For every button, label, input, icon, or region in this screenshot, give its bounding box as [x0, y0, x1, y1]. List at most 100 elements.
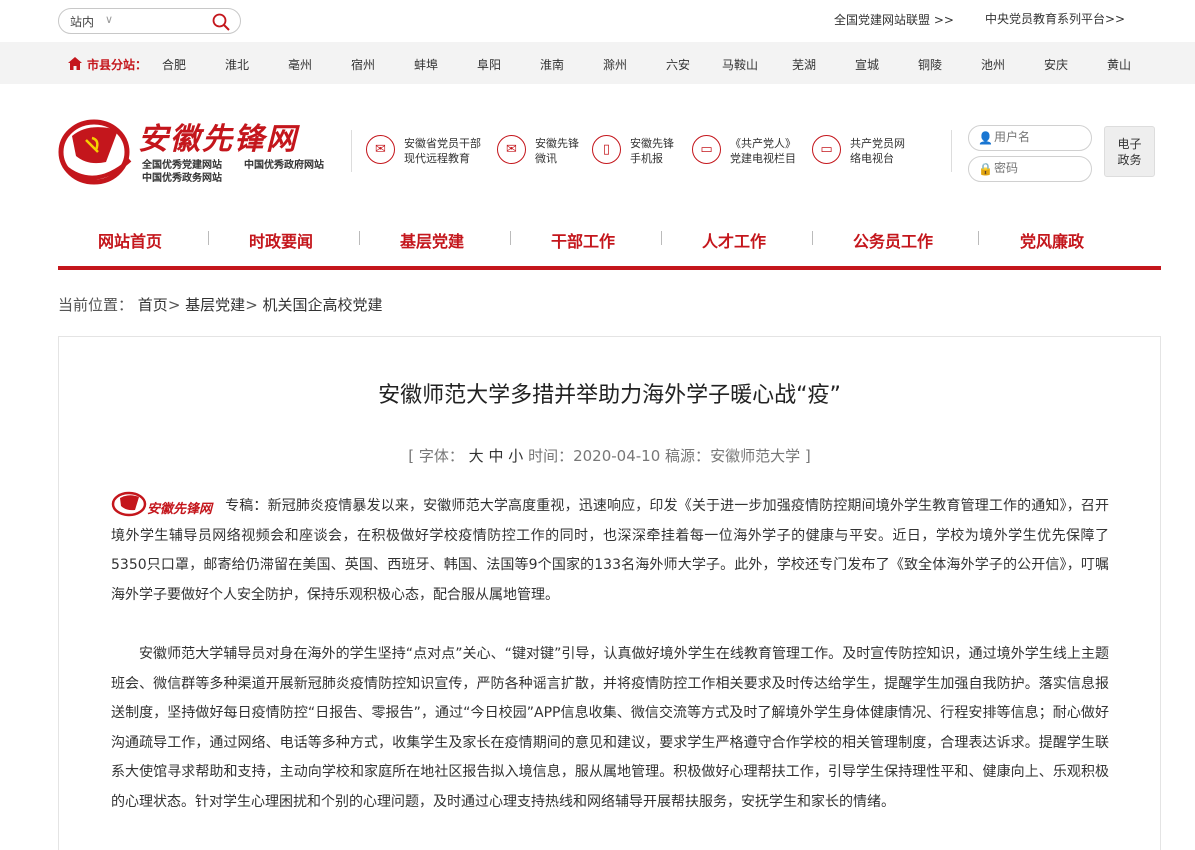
party-emblem-icon: [58, 119, 132, 185]
article-paragraph: 安徽师范大学辅导员对身在海外的学生坚持“点对点”关心、“键对键”引导，认真做好境…: [111, 646, 1109, 810]
city-link-bengbu[interactable]: 蚌埠: [414, 56, 438, 73]
search-input[interactable]: [127, 12, 207, 30]
quick-link-label: 《共产党人》: [730, 137, 796, 150]
search-box: 站内 ∨: [58, 8, 241, 34]
meta-font-label: [ 字体：: [408, 447, 464, 465]
chevron-down-icon[interactable]: ∨: [105, 13, 113, 26]
quick-link-label: 共产党员网: [850, 137, 905, 150]
party-emblem-icon: [111, 491, 147, 517]
password-input[interactable]: [994, 161, 1084, 175]
egov-button-label: 电子: [1117, 137, 1142, 151]
city-link-chizhou[interactable]: 池州: [981, 56, 1005, 73]
meta-time-label: 时间：: [528, 447, 574, 465]
nav-separator: [812, 231, 813, 245]
tv-icon: ▭: [692, 135, 721, 164]
remote-education-link[interactable]: ✉ 安徽省党员干部 现代远程教育: [366, 135, 492, 169]
city-link-huainan[interactable]: 淮南: [540, 56, 564, 73]
paragraph-text: 专稿：新冠肺炎疫情暴发以来，安徽师范大学高度重视，迅速响应，印发《关于进一步加强…: [111, 498, 1109, 603]
party-tv-program-link[interactable]: ▭ 《共产党人》 党建电视栏目: [692, 135, 804, 169]
quick-link-label: 党建电视栏目: [730, 152, 796, 165]
nav-separator: [208, 231, 209, 245]
wechat-icon: ✉: [497, 135, 526, 164]
city-link-anqing[interactable]: 安庆: [1044, 56, 1068, 73]
font-size-large-button[interactable]: 大: [469, 447, 484, 465]
font-size-medium-button[interactable]: 中: [488, 447, 503, 465]
nav-underline: [58, 266, 1161, 270]
search-icon[interactable]: [211, 12, 231, 32]
city-link-luan[interactable]: 六安: [666, 56, 690, 73]
breadcrumb-separator: >: [167, 296, 181, 314]
inline-site-logo: 安徽先锋网: [111, 491, 225, 517]
main-nav: 网站首页 时政要闻 基层党建 干部工作 人才工作 公务员工作 党风廉政: [58, 213, 1161, 263]
breadcrumb-institutions[interactable]: 机关国企高校党建: [263, 296, 383, 314]
city-link-xuancheng[interactable]: 宣城: [855, 56, 879, 73]
city-link-wuhu[interactable]: 芜湖: [792, 56, 816, 73]
quick-link-label: 微讯: [535, 152, 557, 165]
nav-item-cadre[interactable]: 干部工作: [551, 228, 615, 252]
quick-link-label: 手机报: [630, 152, 663, 165]
nav-separator: [510, 231, 511, 245]
wechat-link[interactable]: ✉ 安徽先锋微讯: [497, 135, 587, 169]
breadcrumb-home[interactable]: 首页: [138, 296, 168, 314]
meta-time: 2020-04-10: [573, 447, 661, 465]
search-scope-select[interactable]: 站内: [70, 13, 94, 30]
username-input[interactable]: [994, 130, 1084, 144]
city-link-maanshan[interactable]: 马鞍山: [722, 56, 758, 73]
party-network-tv-link[interactable]: ▭ 共产党员网络电视台: [812, 135, 912, 169]
quick-link-label: 安徽先锋: [630, 137, 674, 150]
city-link-tongling[interactable]: 铜陵: [918, 56, 942, 73]
divider: [951, 130, 952, 172]
quick-link-label: 安徽先锋: [535, 137, 579, 150]
nav-separator: [978, 231, 979, 245]
city-branch-label: 市县分站：: [87, 58, 148, 72]
article-meta: [ 字体： 大 中 小 时间：2020-04-10 稿源：安徽师范大学 ]: [59, 445, 1160, 466]
meta-source-label: 稿源：: [665, 447, 711, 465]
mail-icon: ✉: [366, 135, 395, 164]
nav-item-civil-servant[interactable]: 公务员工作: [853, 228, 933, 252]
nav-item-integrity[interactable]: 党风廉政: [1020, 228, 1084, 252]
article-panel: 安徽师范大学多措并举助力海外学子暖心战“疫” [ 字体： 大 中 小 时间：20…: [58, 336, 1161, 850]
city-link-huangshan[interactable]: 黄山: [1107, 56, 1131, 73]
quick-link-label: 络电视台: [850, 152, 894, 165]
nav-item-home[interactable]: 网站首页: [98, 228, 162, 252]
user-icon: 👤: [978, 131, 993, 145]
city-link-chuzhou[interactable]: 滁州: [603, 56, 627, 73]
nav-separator: [359, 231, 360, 245]
phone-icon: ▯: [592, 135, 621, 164]
tv-icon: ▭: [812, 135, 841, 164]
font-size-small-button[interactable]: 小: [508, 447, 523, 465]
logo-subtitle: 中国优秀政府网站: [244, 160, 324, 171]
nav-separator: [661, 231, 662, 245]
mobile-paper-link[interactable]: ▯ 安徽先锋手机报: [592, 135, 682, 169]
meta-source: 安徽师范大学: [710, 447, 801, 465]
quick-link-label: 安徽省党员干部: [404, 137, 481, 150]
password-field: 🔒: [968, 156, 1092, 182]
city-link-suzhou[interactable]: 宿州: [351, 56, 375, 73]
city-link-fuyang[interactable]: 阜阳: [477, 56, 501, 73]
nav-item-politics[interactable]: 时政要闻: [249, 228, 313, 252]
meta-close: ]: [804, 447, 811, 465]
home-icon: [68, 57, 82, 70]
party-education-platform-link[interactable]: 中央党员教育系列平台>>: [985, 10, 1125, 27]
egov-button[interactable]: 电子 政务: [1104, 126, 1155, 177]
lock-icon: 🔒: [978, 162, 993, 176]
article-title: 安徽师范大学多措并举助力海外学子暖心战“疫”: [378, 383, 841, 408]
logo-title: 安徽先锋网: [138, 122, 298, 157]
party-websites-alliance-link[interactable]: 全国党建网站联盟 >>: [834, 11, 954, 28]
logo-subtitle: 中国优秀政务网站: [142, 173, 222, 184]
nav-item-talent[interactable]: 人才工作: [702, 228, 766, 252]
city-link-bozhou[interactable]: 亳州: [288, 56, 312, 73]
article-paragraph: 安徽先锋网 专稿：新冠肺炎疫情暴发以来，安徽师范大学高度重视，迅速响应，印发《关…: [111, 491, 1109, 610]
username-field: 👤: [968, 125, 1092, 151]
quick-link-label: 现代远程教育: [404, 152, 470, 165]
city-link-huaibei[interactable]: 淮北: [225, 56, 249, 73]
inline-logo-text: 安徽先锋网: [147, 502, 213, 517]
breadcrumb-label: 当前位置：: [58, 296, 134, 314]
breadcrumb-grassroots[interactable]: 基层党建: [185, 296, 245, 314]
city-branch-bar: 市县分站： 合肥 淮北 亳州 宿州 蚌埠 阜阳 淮南 滁州 六安 马鞍山 芜湖 …: [0, 42, 1195, 84]
city-link-hefei[interactable]: 合肥: [162, 56, 186, 73]
site-logo[interactable]: 安徽先锋网 全国优秀党建网站 中国优秀政府网站 中国优秀政务网站: [58, 112, 338, 192]
breadcrumb: 当前位置： 首页> 基层党建> 机关国企高校党建: [58, 294, 383, 315]
nav-item-grassroots[interactable]: 基层党建: [400, 228, 464, 252]
divider: [351, 130, 352, 172]
